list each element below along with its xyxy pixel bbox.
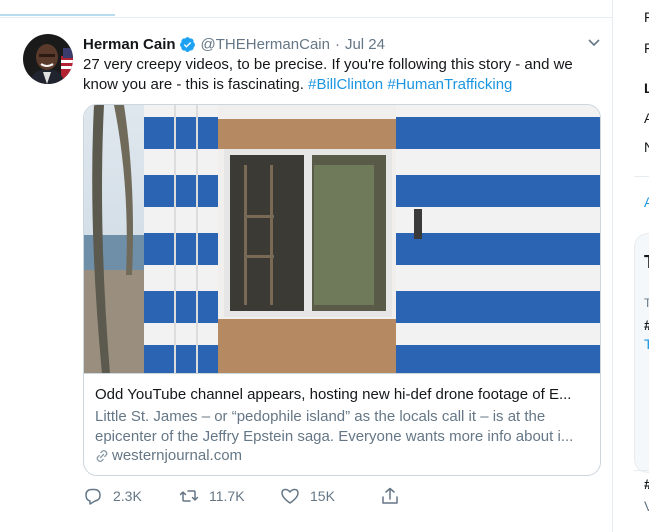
- heart-icon: [281, 488, 299, 504]
- sidebar-fragment: F: [644, 40, 649, 56]
- sidebar-fragment: A: [644, 110, 649, 126]
- link-preview-card[interactable]: Odd YouTube channel appears, hosting new…: [83, 104, 601, 476]
- sidebar-fragment: V: [644, 498, 649, 514]
- tweet-header: Herman Cain @THEHermanCain · Jul 24: [83, 34, 385, 54]
- like-count: 15K: [310, 488, 335, 504]
- card-image[interactable]: [84, 105, 600, 374]
- card-domain[interactable]: westernjournal.com: [95, 447, 242, 464]
- separator-dot: ·: [334, 35, 340, 53]
- sidebar-clipped: F F L A N A T T # T # V: [631, 0, 649, 532]
- chevron-down-icon[interactable]: [586, 36, 602, 50]
- avatar[interactable]: [23, 34, 73, 84]
- like-button[interactable]: 15K: [280, 485, 335, 507]
- card-description: Little St. James – or “pedophile island”…: [95, 407, 591, 447]
- sidebar-fragment: L: [644, 80, 649, 96]
- sidebar-fragment: N: [644, 139, 649, 155]
- hashtag-link[interactable]: #BillClinton: [308, 76, 383, 93]
- reply-icon: [85, 488, 101, 505]
- verified-badge-icon: [179, 36, 196, 53]
- tweet-timestamp[interactable]: Jul 24: [345, 36, 385, 53]
- sidebar-fragment: #: [644, 317, 649, 333]
- sidebar-fragment: T: [644, 296, 649, 310]
- card-description-line: epicenter of the Jeffry Epstein saga. Ev…: [95, 428, 574, 445]
- retweet-icon: [179, 490, 199, 502]
- share-button[interactable]: [380, 485, 410, 507]
- retweet-count: 11.7K: [209, 488, 245, 504]
- active-tab-indicator: [0, 0, 115, 16]
- author-handle[interactable]: @THEHermanCain: [201, 36, 330, 53]
- sidebar-fragment: T: [644, 252, 649, 273]
- card-description-line: Little St. James – or “pedophile island”…: [95, 408, 546, 425]
- sidebar-fragment[interactable]: A: [644, 194, 649, 210]
- card-domain-text: westernjournal.com: [112, 447, 243, 464]
- tweet[interactable]: Herman Cain @THEHermanCain · Jul 24 27 v…: [0, 18, 612, 532]
- tweet-text: 27 very creepy videos, to be precise. If…: [83, 55, 603, 95]
- sidebar-fragment: F: [644, 9, 649, 25]
- author-name[interactable]: Herman Cain: [83, 36, 176, 53]
- sidebar-fragment: #: [644, 476, 649, 492]
- feed-column-border: [612, 0, 613, 532]
- retweet-button[interactable]: 11.7K: [179, 485, 245, 507]
- sidebar-fragment[interactable]: T: [644, 336, 649, 352]
- link-icon: [95, 449, 109, 463]
- reply-button[interactable]: 2.3K: [83, 485, 142, 507]
- card-title[interactable]: Odd YouTube channel appears, hosting new…: [95, 386, 591, 403]
- reply-count: 2.3K: [113, 488, 142, 504]
- share-icon: [382, 487, 398, 504]
- hashtag-link[interactable]: #HumanTrafficking: [387, 76, 512, 93]
